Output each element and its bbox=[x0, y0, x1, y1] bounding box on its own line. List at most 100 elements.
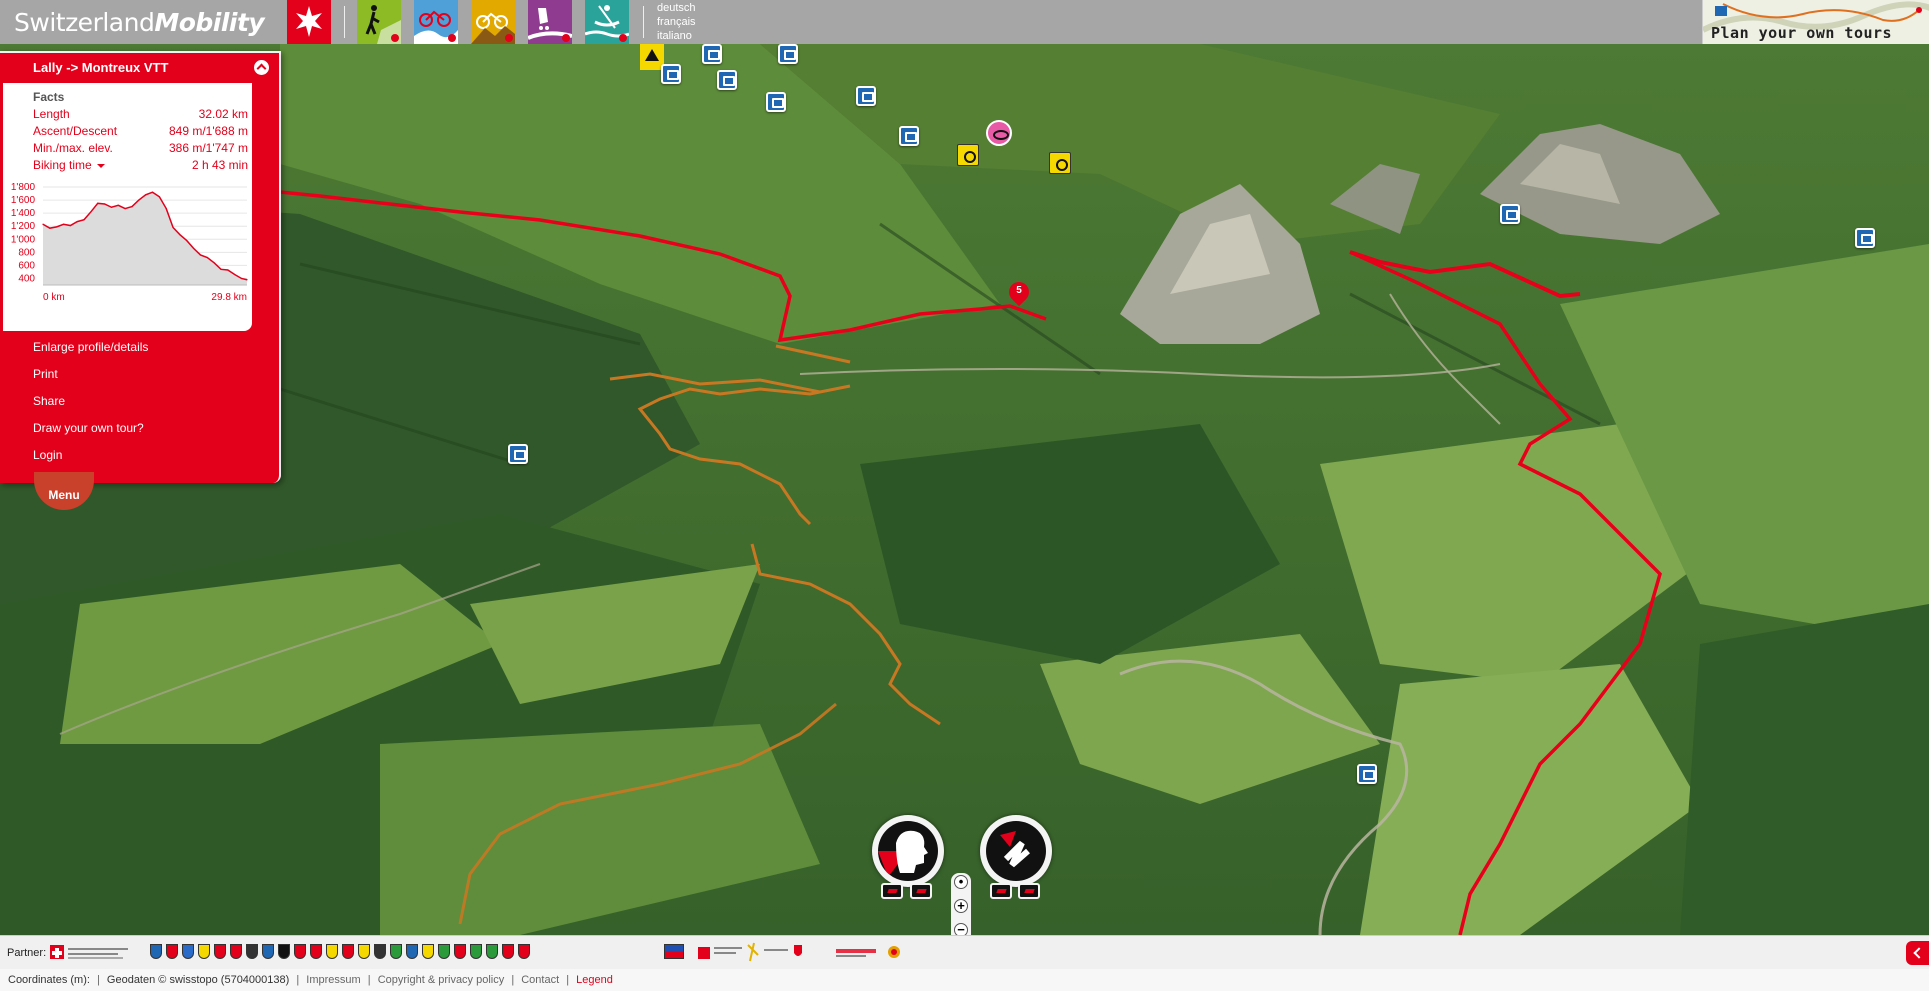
zoom-in-button[interactable]: + bbox=[954, 899, 968, 913]
compass-control[interactable] bbox=[980, 815, 1052, 887]
canton-coat-of-arms-icon[interactable] bbox=[198, 944, 210, 959]
rotate-right-button[interactable] bbox=[1018, 883, 1040, 899]
canton-coat-of-arms-icon[interactable] bbox=[182, 944, 194, 959]
bus-stop-icon[interactable] bbox=[717, 70, 737, 90]
skating-icon[interactable] bbox=[528, 0, 572, 44]
lang-it-link[interactable]: italiano bbox=[657, 29, 696, 43]
canton-coat-of-arms-icon[interactable] bbox=[438, 944, 450, 959]
canton-coat-of-arms-icon[interactable] bbox=[454, 944, 466, 959]
look-right-button[interactable] bbox=[910, 883, 932, 899]
biking-time-dropdown[interactable]: Biking time bbox=[33, 158, 105, 172]
elevation-point bbox=[240, 277, 243, 280]
elevation-profile-chart[interactable]: 1'800 1'600 1'400 1'200 1'000 800 600 400 0 km 29… bbox=[3, 183, 252, 315]
map-3d-view[interactable]: 5 • + − bbox=[0, 44, 1929, 935]
canton-coat-of-arms-icon[interactable] bbox=[294, 944, 306, 959]
x-tick-label: 29.8 km bbox=[211, 292, 247, 303]
elevation-point bbox=[56, 226, 58, 228]
liechtenstein-flag-icon[interactable] bbox=[664, 944, 684, 959]
x-tick-label: 0 km bbox=[43, 292, 65, 303]
bus-stop-icon[interactable] bbox=[778, 44, 798, 64]
canton-coat-of-arms-icon[interactable] bbox=[166, 944, 178, 959]
elevation-area bbox=[43, 192, 247, 285]
canton-coat-of-arms-icon[interactable] bbox=[406, 944, 418, 959]
compass-north-icon bbox=[986, 821, 1046, 881]
partner-logos[interactable] bbox=[698, 941, 908, 965]
canton-coat-of-arms-icon[interactable] bbox=[150, 944, 162, 959]
route-title: Lally -> Montreux VTT bbox=[33, 60, 169, 75]
elevation-point bbox=[145, 194, 147, 196]
canton-coat-of-arms-icon[interactable] bbox=[230, 944, 242, 959]
rotate-left-button[interactable] bbox=[990, 883, 1012, 899]
canton-coat-of-arms-icon[interactable] bbox=[326, 944, 338, 959]
site-logo[interactable]: SwitzerlandMobility bbox=[14, 8, 265, 37]
partner-bar: Partner: bbox=[0, 935, 1929, 969]
bus-stop-icon[interactable] bbox=[1500, 204, 1520, 224]
bus-stop-icon[interactable] bbox=[1357, 764, 1377, 784]
confederation-logo[interactable] bbox=[50, 944, 140, 962]
canton-coat-of-arms-icon[interactable] bbox=[486, 944, 498, 959]
canton-coat-of-arms-icon[interactable] bbox=[374, 944, 386, 959]
plan-tours-label: Plan your own tours bbox=[1711, 24, 1893, 42]
zoom-out-button[interactable]: − bbox=[954, 923, 968, 935]
elevation-point bbox=[179, 234, 181, 236]
cycling-icon[interactable] bbox=[414, 0, 458, 44]
y-tick-label: 800 bbox=[18, 247, 35, 258]
print-link[interactable]: Print bbox=[33, 367, 58, 381]
canton-coat-of-arms-icon[interactable] bbox=[342, 944, 354, 959]
canton-coat-of-arms-icon[interactable] bbox=[278, 944, 290, 959]
canton-coat-of-arms-icon[interactable] bbox=[422, 944, 434, 959]
facts-card: Facts Length 32.02 km Ascent/Descent 849… bbox=[3, 83, 252, 331]
collapse-footer-button[interactable] bbox=[1906, 941, 1929, 965]
login-link[interactable]: Login bbox=[33, 448, 62, 462]
elevation-point bbox=[213, 262, 215, 264]
route-panel: Lally -> Montreux VTT Facts Length 32.02… bbox=[0, 51, 281, 483]
copyright-privacy-link[interactable]: Copyright & privacy policy bbox=[378, 974, 505, 986]
look-control[interactable] bbox=[872, 815, 944, 887]
elevation-point bbox=[165, 207, 167, 210]
elevation-point bbox=[69, 224, 71, 227]
bus-stop-icon[interactable] bbox=[766, 92, 786, 112]
language-selector: deutsch français italiano bbox=[657, 1, 696, 43]
impressum-link[interactable]: Impressum bbox=[306, 974, 360, 986]
bus-stop-icon[interactable] bbox=[1855, 228, 1875, 248]
elevation-point bbox=[83, 219, 85, 221]
canton-coat-of-arms-icon[interactable] bbox=[310, 944, 322, 959]
elevation-point bbox=[124, 207, 126, 210]
canton-coat-of-arms-icon[interactable] bbox=[246, 944, 258, 959]
look-left-button[interactable] bbox=[881, 883, 903, 899]
canton-coat-of-arms-icon[interactable] bbox=[518, 944, 530, 959]
hiking-icon[interactable] bbox=[357, 0, 401, 44]
contact-link[interactable]: Contact bbox=[521, 974, 559, 986]
canton-coat-of-arms-icon[interactable] bbox=[358, 944, 370, 959]
plan-tours-banner[interactable]: Plan your own tours bbox=[1702, 0, 1929, 44]
lang-fr-link[interactable]: français bbox=[657, 15, 696, 29]
canton-coat-of-arms-icon[interactable] bbox=[502, 944, 514, 959]
bus-stop-icon[interactable] bbox=[899, 126, 919, 146]
enlarge-profile-link[interactable]: Enlarge profile/details bbox=[33, 340, 148, 354]
bus-stop-icon[interactable] bbox=[661, 64, 681, 84]
legend-link[interactable]: Legend bbox=[576, 974, 613, 986]
bus-stop-icon[interactable] bbox=[702, 44, 722, 64]
canton-coat-of-arms-icon[interactable] bbox=[262, 944, 274, 959]
bus-stop-icon[interactable] bbox=[508, 444, 528, 464]
accommodation-icon[interactable] bbox=[1049, 152, 1071, 174]
canton-coat-of-arms-icon[interactable] bbox=[214, 944, 226, 959]
canton-coat-of-arms-icon[interactable] bbox=[390, 944, 402, 959]
stage-marker[interactable]: 5 bbox=[1004, 277, 1034, 310]
swiss-cross-icon[interactable] bbox=[287, 0, 331, 44]
share-link[interactable]: Share bbox=[33, 394, 65, 408]
bus-stop-icon[interactable] bbox=[856, 86, 876, 106]
elevation-point bbox=[151, 191, 154, 193]
elevation-point bbox=[97, 202, 99, 204]
lang-de-link[interactable]: deutsch bbox=[657, 1, 696, 15]
viewpoint-icon[interactable] bbox=[986, 120, 1012, 146]
elevation-point bbox=[193, 247, 195, 250]
draw-tour-link[interactable]: Draw your own tour? bbox=[33, 421, 144, 435]
y-tick-label: 600 bbox=[18, 260, 35, 271]
canoeing-icon[interactable] bbox=[585, 0, 629, 44]
mountainbike-icon[interactable] bbox=[471, 0, 515, 44]
collapse-panel-button[interactable] bbox=[254, 60, 269, 75]
restaurant-icon[interactable] bbox=[957, 144, 979, 166]
canton-coat-of-arms-icon[interactable] bbox=[470, 944, 482, 959]
zoom-reset-button[interactable]: • bbox=[954, 875, 968, 889]
